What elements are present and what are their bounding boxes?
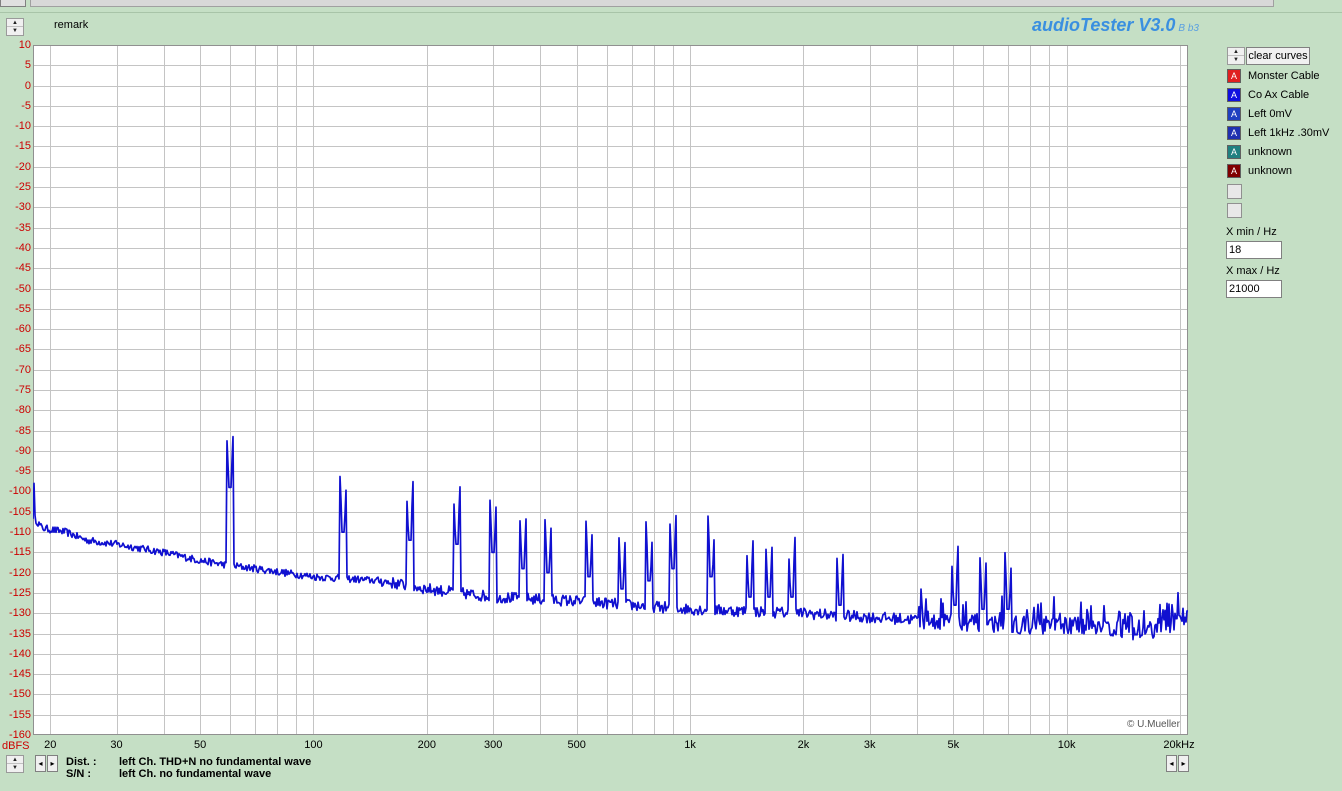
copyright: © U.Mueller: [1127, 719, 1180, 730]
y-tick-label: -90: [15, 444, 31, 457]
x-tick-label: 20: [44, 739, 57, 751]
brand-build: B b3: [1178, 23, 1199, 34]
curve-color-swatch-icon[interactable]: A: [1227, 69, 1241, 83]
y-tick-label: -40: [15, 241, 31, 254]
xmax-label: X max / Hz: [1226, 265, 1280, 277]
y-tick-label: -5: [21, 99, 31, 112]
y-tick-label: -60: [15, 323, 31, 336]
spectrum-plot[interactable]: [33, 45, 1188, 735]
sn-text: left Ch. no fundamental wave: [119, 768, 272, 780]
y-tick-label: -130: [8, 607, 31, 620]
brand-title: audioTester V3.0 B b3: [1032, 15, 1199, 36]
clear-curves-button[interactable]: clear curves: [1246, 47, 1310, 65]
dist-text: left Ch. THD+N no fundamental wave: [119, 756, 312, 768]
y-tick-label: -65: [15, 343, 31, 356]
x-tick-label: 100: [304, 739, 323, 751]
toolbar-divider: [0, 12, 1342, 13]
curve-color-swatch-icon[interactable]: A: [1227, 164, 1241, 178]
pan-left-button[interactable]: ◂: [1166, 755, 1177, 772]
x-tick-label: 5k: [947, 739, 960, 751]
x-tick-label: 3k: [863, 739, 876, 751]
y-tick-label: -125: [8, 586, 31, 599]
y-tick-label: -20: [15, 160, 31, 173]
x-tick-label: 2k: [797, 739, 810, 751]
x-tick-label: 20kHz: [1163, 739, 1195, 751]
y-unit-label: dBFS: [2, 740, 30, 752]
empty-slot-8[interactable]: [1227, 203, 1242, 218]
brand-name: audioTester V3.0: [1032, 15, 1176, 35]
legend-label: Left 0mV: [1248, 108, 1293, 120]
curve-color-swatch-icon[interactable]: A: [1227, 107, 1241, 121]
x-tick-label: 200: [417, 739, 437, 751]
y-tick-label: -110: [9, 526, 31, 539]
y-tick-label: -120: [8, 566, 31, 579]
xmin-input[interactable]: [1226, 241, 1282, 259]
curve-color-swatch-icon[interactable]: A: [1227, 145, 1241, 159]
y-tick-label: -145: [8, 668, 31, 681]
x-tick-label: 300: [483, 739, 503, 751]
y-tick-label: -35: [15, 221, 31, 234]
spin-down-icon[interactable]: ▼: [7, 764, 23, 772]
y-tick-label: -70: [15, 363, 31, 376]
toolbar-button[interactable]: [0, 0, 26, 7]
spin-up-icon[interactable]: ▲: [7, 756, 23, 764]
y-tick-label: -150: [8, 688, 31, 701]
y-tick-label: -45: [15, 262, 31, 275]
spin-up-icon[interactable]: ▲: [7, 19, 23, 27]
y-tick-label: -135: [8, 627, 31, 640]
legend-label: Monster Cable: [1248, 70, 1320, 82]
curve-color-swatch-icon[interactable]: A: [1227, 126, 1241, 140]
x-tick-label: 500: [567, 739, 586, 751]
y-tick-label: -100: [8, 485, 31, 498]
x-tick-label: 10k: [1057, 739, 1076, 751]
y-tick-label: -50: [15, 282, 31, 295]
legend-label: unknown: [1248, 165, 1293, 177]
remark-spinner[interactable]: ▲ ▼: [6, 18, 24, 36]
legend-label: Co Ax Cable: [1248, 89, 1310, 101]
legend-label: Left 1kHz .30mV: [1248, 127, 1330, 139]
x-tick-label: 1k: [684, 739, 696, 751]
y-tick-label: -80: [15, 404, 31, 417]
xmin-label: X min / Hz: [1226, 226, 1277, 238]
remark-label: remark: [54, 19, 89, 31]
spin-down-icon[interactable]: ▼: [7, 27, 23, 35]
y-tick-label: -15: [15, 140, 31, 153]
toolbar-strip: [30, 0, 1274, 7]
spin-up-icon[interactable]: ▲: [1228, 48, 1244, 56]
y-tick-label: -155: [8, 708, 31, 721]
scroll-left-button[interactable]: ◂: [35, 755, 46, 772]
dist-label: Dist. :: [66, 756, 97, 768]
empty-slot-7[interactable]: [1227, 184, 1242, 199]
y-tick-label: -30: [15, 201, 31, 214]
spin-down-icon[interactable]: ▼: [1228, 56, 1244, 64]
y-tick-label: -115: [9, 546, 31, 559]
x-tick-label: 30: [110, 739, 123, 751]
legend-label: unknown: [1248, 146, 1293, 158]
y-tick-label: -95: [15, 465, 31, 478]
pan-right-button[interactable]: ▸: [1178, 755, 1189, 772]
curve-color-swatch-icon[interactable]: A: [1227, 88, 1241, 102]
scroll-right-button[interactable]: ▸: [47, 755, 58, 772]
y-tick-label: -105: [8, 505, 31, 518]
x-tick-label: 50: [193, 739, 207, 751]
y-tick-label: -25: [15, 181, 31, 194]
y-tick-label: 10: [18, 39, 31, 51]
y-tick-label: -10: [15, 120, 31, 133]
y-tick-label: -55: [15, 302, 31, 315]
y-tick-label: 0: [24, 79, 31, 92]
curves-spinner[interactable]: ▲ ▼: [1227, 47, 1245, 65]
footer-spinner[interactable]: ▲ ▼: [6, 755, 24, 773]
sn-label: S/N :: [66, 768, 92, 780]
y-tick-label: 5: [24, 59, 31, 72]
xmax-input[interactable]: [1226, 280, 1282, 298]
top-toolbar: [0, 0, 1342, 14]
y-tick-label: -85: [15, 424, 31, 437]
y-tick-label: -75: [15, 384, 31, 396]
y-tick-label: -140: [8, 647, 31, 660]
